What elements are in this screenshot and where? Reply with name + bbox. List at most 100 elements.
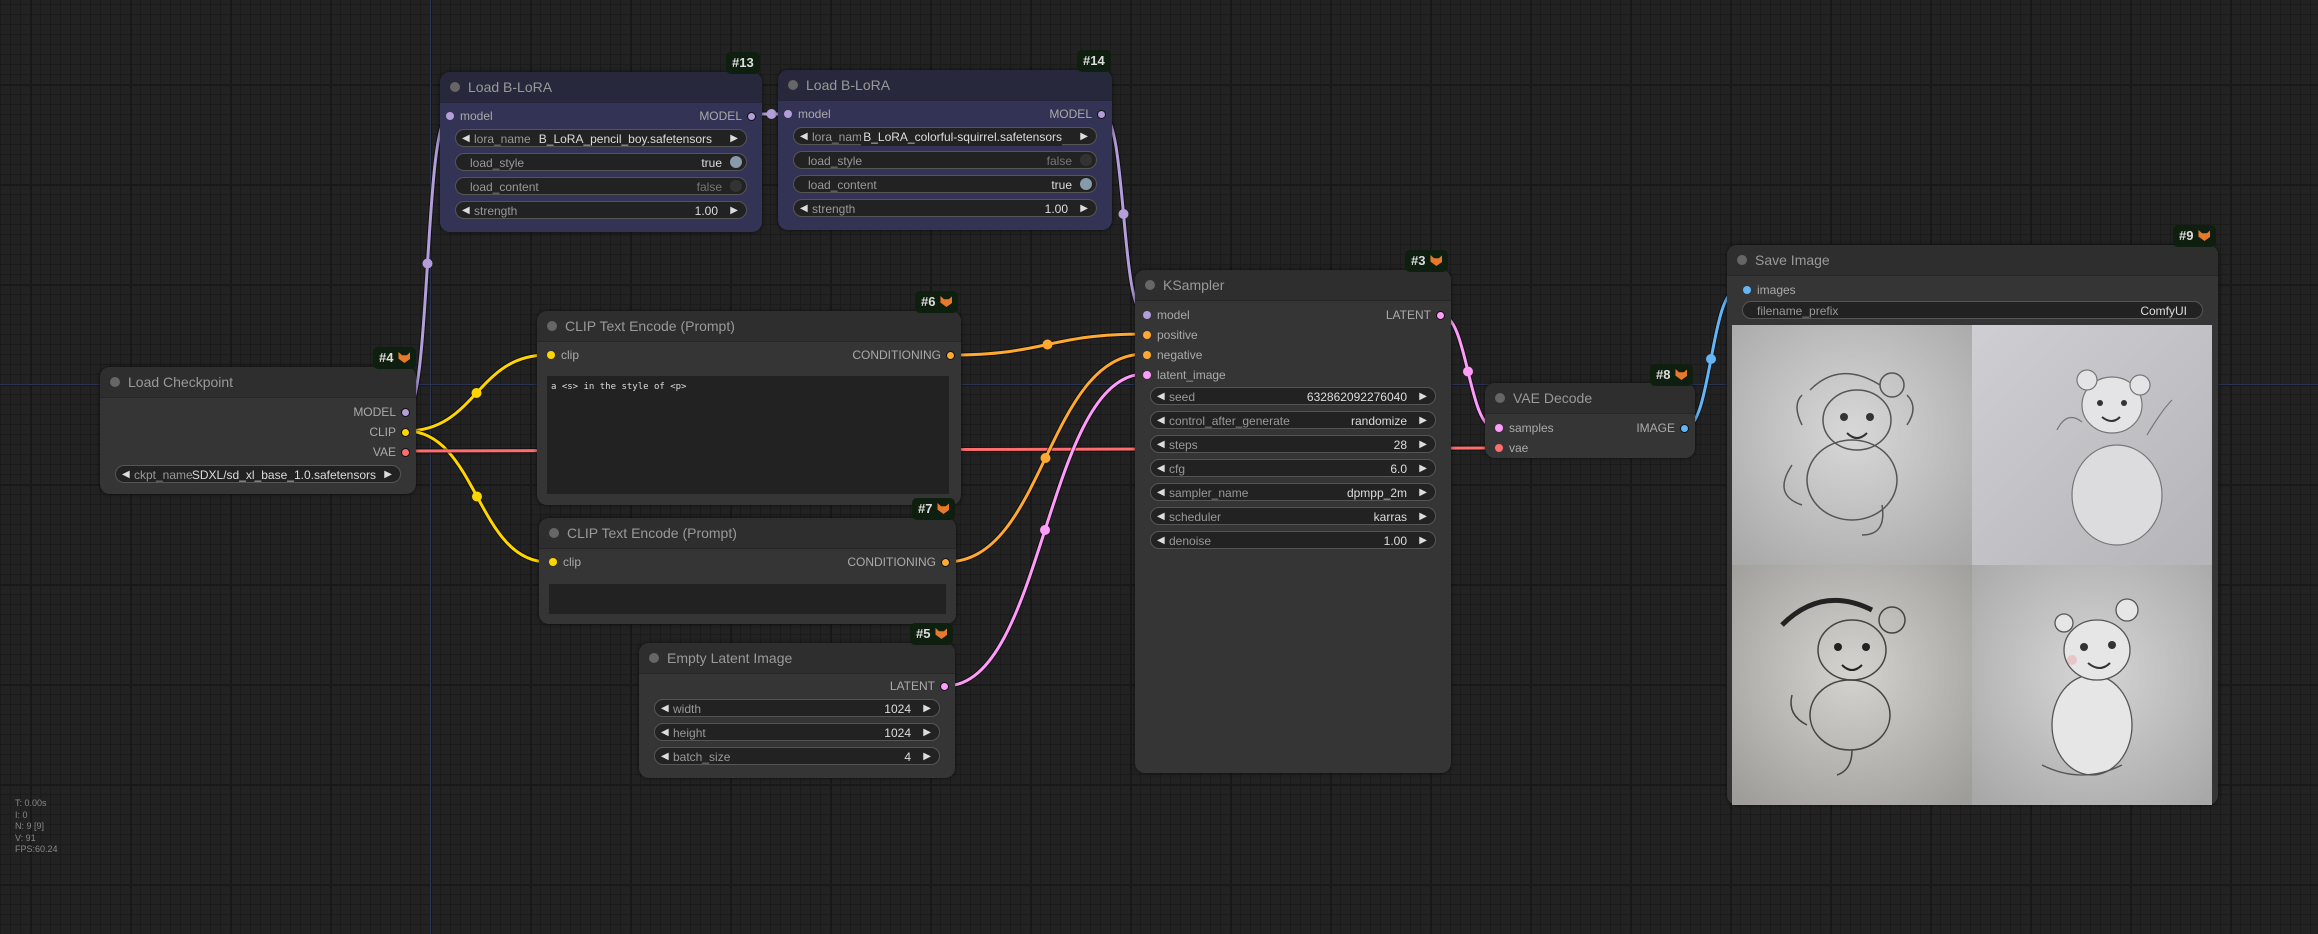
- link-latent-to-ksampler[interactable]: [944, 372, 1146, 688]
- output-pin[interactable]: [747, 112, 756, 121]
- increment-arrow-icon[interactable]: ▶: [1080, 128, 1088, 146]
- widget-strength[interactable]: ◀ strength 1.00 ▶: [793, 199, 1097, 217]
- node-title-bar[interactable]: CLIP Text Encode (Prompt): [537, 311, 961, 342]
- node-load-b-lora-13[interactable]: Load B-LoRA model MODEL ◀ lora_name B_Lo…: [440, 72, 762, 232]
- decrement-arrow-icon[interactable]: ◀: [661, 724, 669, 742]
- node-title-bar[interactable]: Load B-LoRA: [440, 72, 762, 103]
- output-pin[interactable]: [401, 448, 410, 457]
- link-midpoint-marker[interactable]: [1040, 525, 1050, 535]
- collapse-dot-icon[interactable]: [649, 653, 659, 663]
- input-latent-image[interactable]: latent_image: [1143, 367, 1226, 383]
- output-pin[interactable]: [1436, 311, 1445, 320]
- decrement-arrow-icon[interactable]: ◀: [1157, 460, 1165, 478]
- collapse-dot-icon[interactable]: [549, 528, 559, 538]
- output-pin[interactable]: [1097, 110, 1106, 119]
- widget-control-after-generate[interactable]: ◀ control_after_generate randomize ▶: [1150, 411, 1436, 429]
- preview-image[interactable]: [1972, 565, 2212, 805]
- widget-filename-prefix[interactable]: filename_prefix ComfyUI: [1742, 301, 2203, 319]
- toggle-knob[interactable]: [1080, 178, 1092, 190]
- output-pin[interactable]: [941, 558, 950, 567]
- link-midpoint-marker[interactable]: [472, 491, 482, 502]
- widget-cfg[interactable]: ◀ cfg 6.0 ▶: [1150, 459, 1436, 477]
- input-pin[interactable]: [547, 351, 555, 359]
- increment-arrow-icon[interactable]: ▶: [730, 202, 738, 220]
- collapse-dot-icon[interactable]: [1737, 255, 1747, 265]
- widget-load-style[interactable]: load_style true: [455, 153, 747, 171]
- output-pin[interactable]: [946, 351, 955, 360]
- node-title-bar[interactable]: Save Image: [1727, 245, 2218, 276]
- decrement-arrow-icon[interactable]: ◀: [122, 466, 130, 484]
- node-title-bar[interactable]: CLIP Text Encode (Prompt): [539, 518, 956, 549]
- link-midpoint-marker[interactable]: [1040, 453, 1051, 463]
- decrement-arrow-icon[interactable]: ◀: [1157, 532, 1165, 550]
- input-clip[interactable]: clip: [549, 554, 581, 570]
- output-pin[interactable]: [940, 682, 949, 691]
- input-pin[interactable]: [1495, 424, 1503, 432]
- output-pin[interactable]: [401, 408, 410, 417]
- image-preview-grid[interactable]: [1732, 325, 2212, 805]
- collapse-dot-icon[interactable]: [1145, 280, 1155, 290]
- input-model[interactable]: model: [1143, 307, 1190, 323]
- output-clip[interactable]: CLIP: [369, 424, 410, 440]
- output-vae[interactable]: VAE: [373, 444, 410, 460]
- input-vae[interactable]: vae: [1495, 440, 1528, 456]
- link-clip-to-negative[interactable]: [405, 429, 549, 564]
- link-midpoint-marker[interactable]: [422, 258, 433, 269]
- increment-arrow-icon[interactable]: ▶: [730, 130, 738, 148]
- node-title-bar[interactable]: Load B-LoRA: [778, 70, 1112, 101]
- decrement-arrow-icon[interactable]: ◀: [1157, 412, 1165, 430]
- node-clip-text-encode-positive[interactable]: CLIP Text Encode (Prompt) clip CONDITION…: [537, 311, 961, 505]
- increment-arrow-icon[interactable]: ▶: [1419, 436, 1427, 454]
- widget-seed[interactable]: ◀ seed 632862092276040 ▶: [1150, 387, 1436, 405]
- collapse-dot-icon[interactable]: [547, 321, 557, 331]
- input-pin[interactable]: [1495, 444, 1503, 452]
- widget-load-style[interactable]: load_style false: [793, 151, 1097, 169]
- output-conditioning[interactable]: CONDITIONING: [852, 347, 955, 363]
- collapse-dot-icon[interactable]: [450, 82, 460, 92]
- decrement-arrow-icon[interactable]: ◀: [462, 202, 470, 220]
- node-clip-text-encode-negative[interactable]: CLIP Text Encode (Prompt) clip CONDITION…: [539, 518, 956, 624]
- output-pin[interactable]: [1680, 424, 1689, 433]
- input-clip[interactable]: clip: [547, 347, 579, 363]
- decrement-arrow-icon[interactable]: ◀: [661, 700, 669, 718]
- output-model[interactable]: MODEL: [1049, 106, 1106, 122]
- increment-arrow-icon[interactable]: ▶: [1419, 388, 1427, 406]
- input-images[interactable]: images: [1743, 282, 1796, 298]
- prompt-textarea[interactable]: [549, 584, 946, 614]
- toggle-knob[interactable]: [730, 180, 742, 192]
- decrement-arrow-icon[interactable]: ◀: [800, 128, 808, 146]
- input-positive[interactable]: positive: [1143, 327, 1198, 343]
- widget-height[interactable]: ◀ height 1024 ▶: [654, 723, 940, 741]
- node-title-bar[interactable]: Load Checkpoint: [100, 367, 416, 398]
- widget-steps[interactable]: ◀ steps 28 ▶: [1150, 435, 1436, 453]
- input-pin[interactable]: [446, 112, 454, 120]
- widget-width[interactable]: ◀ width 1024 ▶: [654, 699, 940, 717]
- collapse-dot-icon[interactable]: [788, 80, 798, 90]
- node-title-bar[interactable]: KSampler: [1135, 270, 1451, 301]
- increment-arrow-icon[interactable]: ▶: [1419, 412, 1427, 430]
- output-model[interactable]: MODEL: [699, 108, 756, 124]
- output-model[interactable]: MODEL: [353, 404, 410, 420]
- decrement-arrow-icon[interactable]: ◀: [1157, 508, 1165, 526]
- prompt-textarea[interactable]: a <s> in the style of <p>: [547, 376, 949, 494]
- output-latent[interactable]: LATENT: [890, 678, 949, 694]
- preview-image[interactable]: [1732, 325, 1972, 565]
- increment-arrow-icon[interactable]: ▶: [1419, 508, 1427, 526]
- node-ksampler[interactable]: KSampler model positive negative latent_…: [1135, 270, 1451, 773]
- increment-arrow-icon[interactable]: ▶: [1419, 460, 1427, 478]
- decrement-arrow-icon[interactable]: ◀: [800, 200, 808, 218]
- node-vae-decode[interactable]: VAE Decode samples vae IMAGE: [1485, 383, 1695, 458]
- toggle-knob[interactable]: [1080, 154, 1092, 166]
- input-pin[interactable]: [1743, 286, 1751, 294]
- decrement-arrow-icon[interactable]: ◀: [661, 748, 669, 766]
- increment-arrow-icon[interactable]: ▶: [1419, 532, 1427, 550]
- output-image[interactable]: IMAGE: [1636, 420, 1689, 436]
- decrement-arrow-icon[interactable]: ◀: [462, 130, 470, 148]
- link-negative-conditioning[interactable]: [945, 352, 1146, 564]
- input-model[interactable]: model: [784, 106, 831, 122]
- link-midpoint-marker[interactable]: [471, 388, 482, 398]
- input-model[interactable]: model: [446, 108, 493, 124]
- widget-ckpt-name[interactable]: ◀ ckpt_name SDXL/sd_xl_base_1.0.safetens…: [115, 465, 401, 483]
- input-pin[interactable]: [784, 110, 792, 118]
- link-midpoint-marker[interactable]: [1706, 354, 1716, 364]
